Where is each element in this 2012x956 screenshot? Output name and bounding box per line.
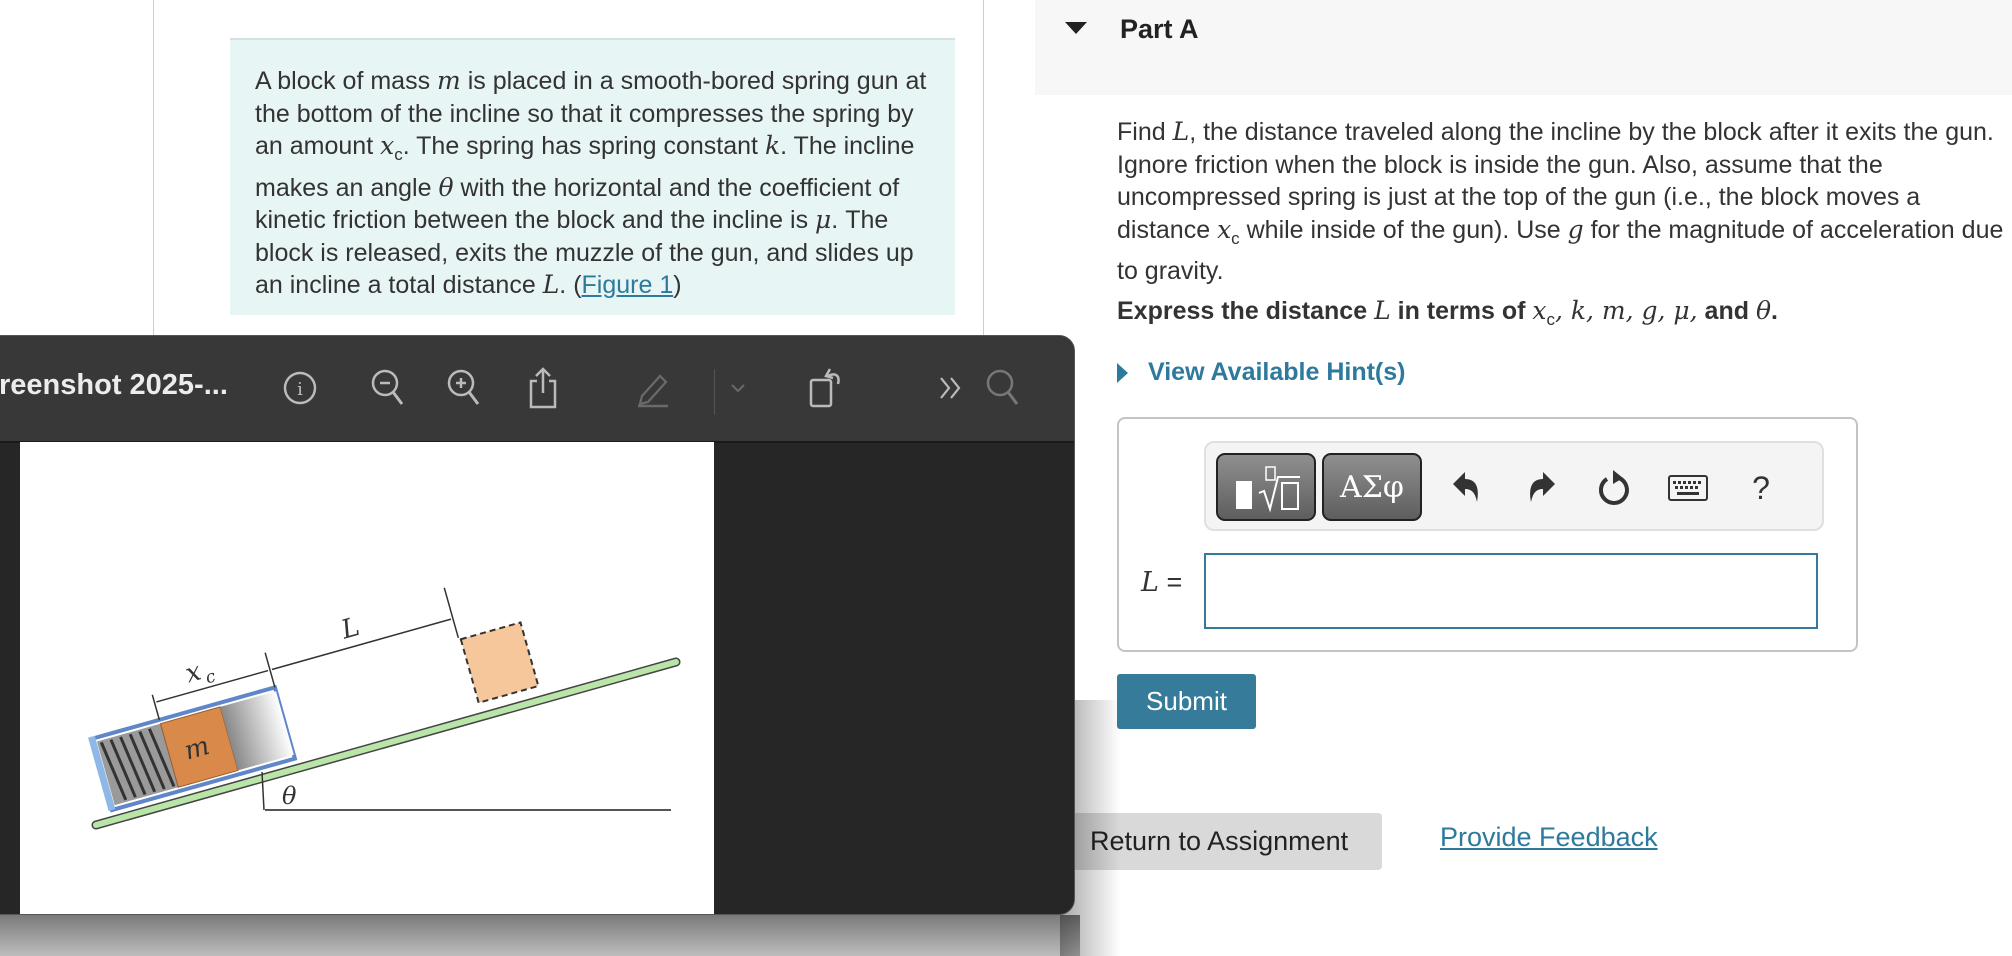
undo-button[interactable] [1446,467,1486,509]
keyboard-button[interactable] [1666,467,1710,509]
text: while inside of the gun). Use [1239,215,1568,244]
share-icon [529,367,557,409]
reset-button[interactable] [1594,467,1634,509]
var-x: x [380,131,395,160]
text: . ( [559,271,582,299]
var-theta: θ [438,172,454,202]
L-dimension-line [271,618,452,671]
var-m: m [437,66,461,95]
view-hints-toggle[interactable]: View Available Hint(s) [1117,358,1405,387]
expand-triangle-icon [1117,362,1128,383]
var-subscript: c [1546,310,1555,329]
svg-text:i: i [297,379,303,400]
answer-label: L = [1141,567,1182,598]
more-tools-button[interactable] [936,366,966,410]
greek-symbols-button[interactable]: ΑΣφ [1322,453,1422,521]
markup-pen-icon [638,374,668,408]
provide-feedback-link[interactable]: Provide Feedback [1440,822,1658,853]
var-L: L [1172,117,1190,146]
collapse-triangle-icon[interactable] [1065,22,1087,34]
part-a-title: Part A [1120,14,1199,44]
keyboard-icon [1668,475,1708,501]
figure-1-link[interactable]: Figure 1 [582,271,674,299]
markup-button[interactable] [631,366,675,410]
redo-button[interactable] [1522,467,1562,509]
math-toolbar: ΑΣφ ? [1204,441,1824,531]
var-k: k [764,131,781,160]
L-tick-end [443,587,460,639]
return-label: Return to Assignment [1090,826,1349,856]
share-button[interactable] [521,366,565,410]
var-list: , k, m, g, μ, [1554,296,1698,325]
zoom-out-icon [371,369,404,405]
var-theta: θ [1755,296,1772,325]
info-icon: i [283,371,317,405]
chevron-down-icon [731,384,745,393]
preview-titlebar[interactable]: reenshot 2025-... i [0,336,1074,443]
text: . The spring has spring constant [402,132,765,160]
answer-panel: ΑΣφ ? L = [1117,417,1858,652]
templates-button[interactable] [1216,453,1316,521]
templates-icon [1236,466,1300,513]
submit-button[interactable]: Submit [1117,674,1256,729]
answer-instructions: Express the distance L in terms of xc, k… [1117,296,1778,330]
zoom-out-button[interactable] [366,366,410,410]
hint-label: View Available Hint(s) [1148,358,1406,386]
search-icon [986,369,1019,405]
rotate-button[interactable] [803,366,847,410]
xc-tick-end [264,652,276,688]
preview-document-title: reenshot 2025-... [0,369,228,401]
L-label: L [337,612,363,646]
part-a-header[interactable]: Part A [1035,0,2012,95]
theta-label: θ [282,782,297,810]
text: A block of mass [255,67,438,95]
preview-image: m x c L θ [20,442,714,914]
var-g: g [1567,214,1584,244]
text: Express the distance [1117,297,1375,325]
equals-sign: = [1158,567,1183,597]
xc-tick-start [151,694,161,721]
var-L: L [1141,567,1159,598]
text: and [1697,297,1756,325]
text: Find [1117,118,1173,146]
var-x: x [1532,296,1547,325]
text: . [1771,297,1778,325]
undo-icon [1453,472,1478,502]
var-x: x [1217,214,1232,244]
var-L: L [1374,296,1391,325]
problem-statement: A block of mass m is placed in a smooth-… [230,38,955,315]
var-subscript: c [394,145,403,164]
question-text: Find L, the distance traveled along the … [1117,116,2007,288]
redo-icon [1530,472,1555,502]
answer-input[interactable] [1204,553,1818,629]
rotate-icon [809,368,840,408]
problem-text: A block of mass m is placed in a smooth-… [255,65,945,302]
text: ) [673,271,682,299]
var-subscript: c [1231,228,1240,248]
block-final-position [459,621,540,705]
toolbar-separator [714,369,715,415]
text: in terms of [1390,297,1533,325]
info-button[interactable]: i [278,366,322,410]
xc-label: x [182,656,205,689]
incline-figure: m x c L θ [88,587,681,830]
reset-icon [1599,470,1629,505]
help-button[interactable]: ? [1741,467,1781,509]
zoom-in-icon [447,369,480,405]
markup-dropdown-button[interactable] [723,366,753,410]
xc-label-sub: c [203,666,218,688]
preview-window: reenshot 2025-... i m x c L θ [0,335,1075,915]
search-button[interactable] [981,366,1025,410]
more-icon [940,377,961,399]
zoom-in-button[interactable] [442,366,486,410]
var-L: L [542,270,560,299]
window-shadow [0,915,1080,956]
var-mu: μ [815,205,832,234]
